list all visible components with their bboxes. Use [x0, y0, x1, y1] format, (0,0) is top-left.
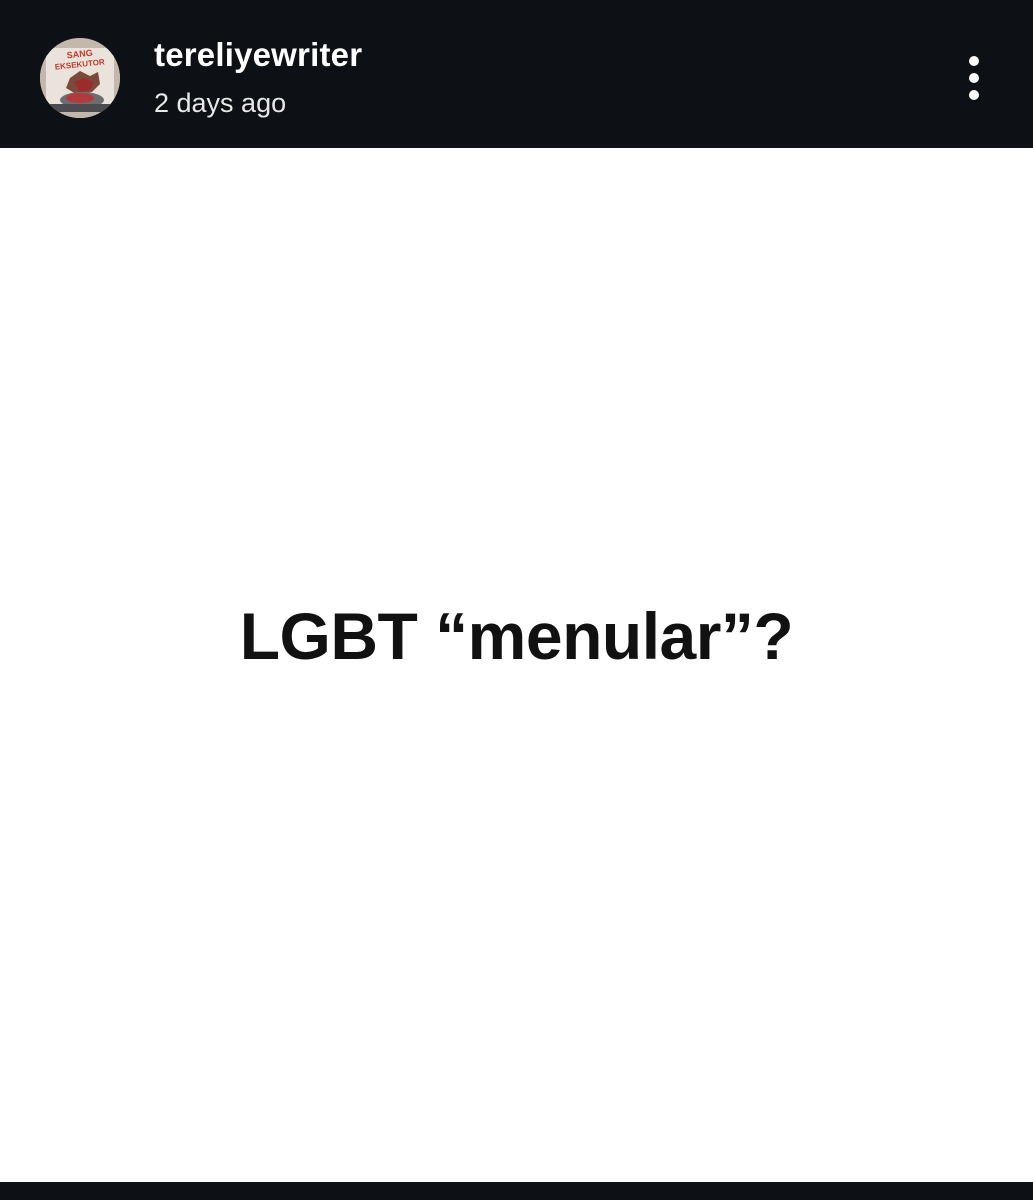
- more-vertical-icon: [969, 56, 979, 66]
- author-avatar[interactable]: SANG EKSEKUTOR: [40, 38, 120, 118]
- post-image[interactable]: LGBT “menular”?: [0, 148, 1033, 1182]
- author-username[interactable]: tereliyewriter: [154, 36, 362, 74]
- more-options-button[interactable]: [952, 52, 996, 104]
- post-header: SANG EKSEKUTOR tereliyewriter 2 days ago: [0, 0, 1033, 148]
- bottom-bar: [0, 1182, 1033, 1200]
- post-timestamp: 2 days ago: [154, 88, 287, 118]
- more-vertical-icon: [969, 73, 979, 83]
- post-content-text: LGBT “menular”?: [239, 599, 794, 673]
- book-cover-avatar-icon: SANG EKSEKUTOR: [40, 38, 120, 118]
- more-vertical-icon: [969, 90, 979, 100]
